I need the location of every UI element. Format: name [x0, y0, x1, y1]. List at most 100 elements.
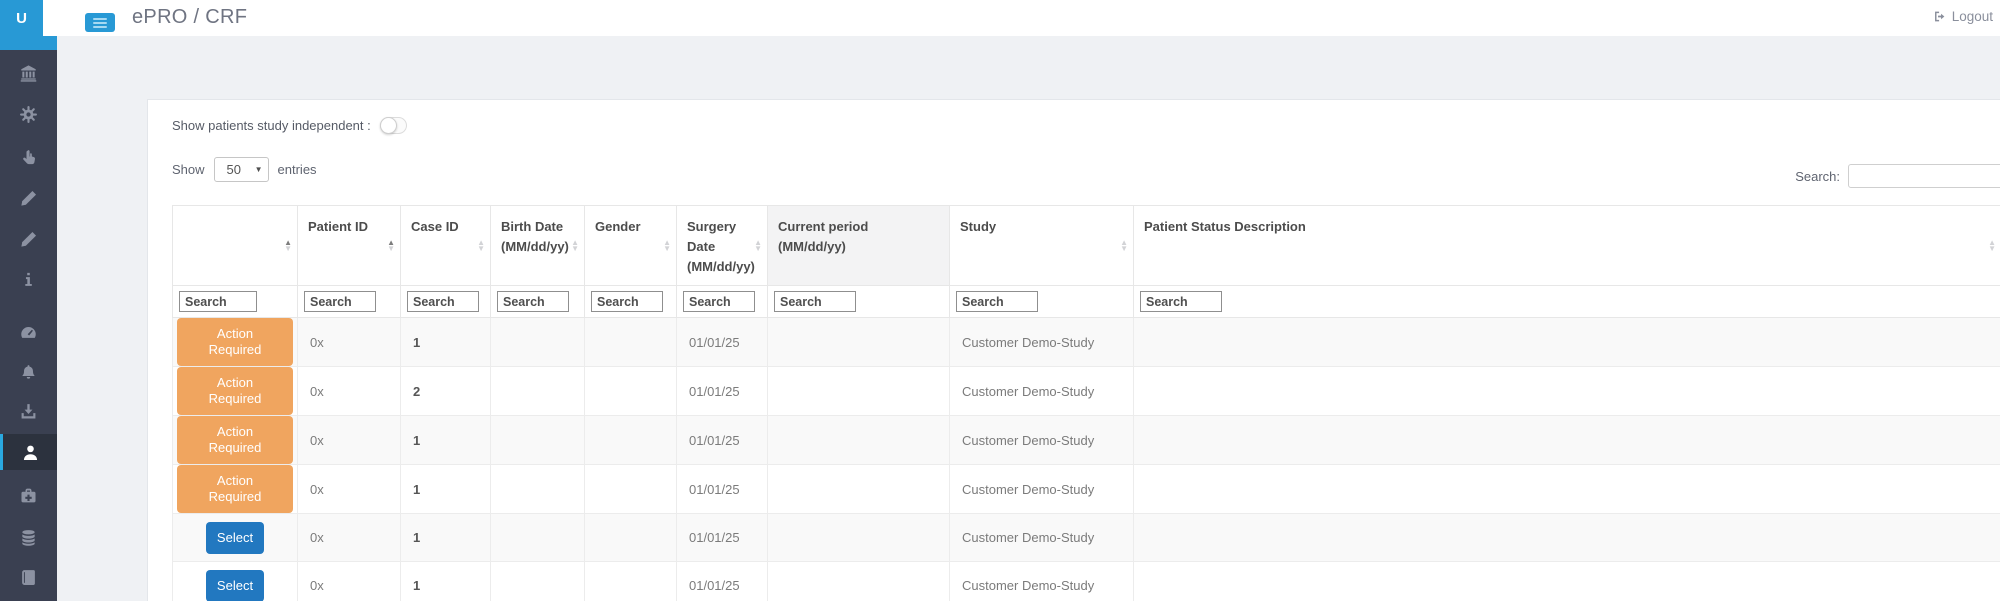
action-required-button[interactable]: Action Required [177, 416, 293, 464]
page-length-wrap: 50 [214, 157, 269, 182]
cell-patient_id: 0x [298, 465, 401, 514]
sort-arrows-icon[interactable]: ▲▼ [571, 240, 579, 252]
sidebar-item-bank[interactable] [0, 55, 57, 91]
info-icon [20, 271, 37, 288]
page-length-select[interactable]: 50 [214, 157, 269, 182]
medkit-icon [20, 487, 37, 504]
search-label: Search: [1795, 169, 1840, 184]
cell-gender [585, 465, 677, 514]
sidebar [0, 36, 57, 601]
sidebar-item-book[interactable] [0, 559, 57, 595]
column-label: Patient Status Description [1144, 219, 1306, 234]
column-filter-input-case-id[interactable] [407, 291, 479, 312]
cell-case_id: 1 [401, 465, 491, 514]
sidebar-item-dashboard[interactable] [0, 314, 57, 350]
sidebar-item-pencil[interactable] [0, 180, 57, 216]
select-button[interactable]: Select [206, 570, 264, 601]
filter-cell [585, 286, 677, 318]
hamburger-icon [93, 22, 107, 24]
table-row: Select0x101/01/25Customer Demo-Study [173, 514, 2000, 562]
cell-birth_date [491, 562, 585, 601]
sidebar-item-download[interactable] [0, 393, 57, 429]
column-filter-input-patient-id[interactable] [304, 291, 376, 312]
column-header-gender[interactable]: Gender▲▼ [585, 206, 677, 286]
sort-arrows-icon[interactable]: ▲▼ [754, 240, 762, 252]
filter-cell [491, 286, 585, 318]
column-header-birth-date-mm-dd-yy[interactable]: Birth Date (MM/dd/yy)▲▼ [491, 206, 585, 286]
sidebar-item-bell[interactable] [0, 354, 57, 390]
cell-study: Customer Demo-Study [950, 416, 1134, 465]
column-filter-input[interactable] [179, 291, 257, 312]
cell-birth_date [491, 318, 585, 367]
cell-action: Action Required [173, 318, 298, 367]
sidebar-accent-band [0, 36, 57, 50]
cell-action: Select [173, 514, 298, 562]
column-header-surgery-date-mm-dd-yy[interactable]: Surgery Date (MM/dd/yy)▲▼ [677, 206, 768, 286]
select-button[interactable]: Select [206, 522, 264, 554]
cell-surgery_date: 01/01/25 [677, 514, 768, 562]
sidebar-item-info[interactable] [0, 261, 57, 297]
sort-arrows-icon[interactable]: ▲▼ [284, 240, 292, 252]
app-root: { "header": { "logo_text": "U", "title":… [0, 0, 2000, 601]
table-header-row: ▲▼Patient ID▲▼Case ID▲▼Birth Date (MM/dd… [173, 206, 2000, 286]
logout-label: Logout [1952, 9, 1993, 24]
column-filter-input-current-period-mm-dd-yy[interactable] [774, 291, 856, 312]
column-header-current-period-mm-dd-yy: Current period (MM/dd/yy) [768, 206, 950, 286]
cell-current_period [768, 416, 950, 465]
column-header-case-id[interactable]: Case ID▲▼ [401, 206, 491, 286]
cell-birth_date [491, 416, 585, 465]
cell-surgery_date: 01/01/25 [677, 367, 768, 416]
action-required-button[interactable]: Action Required [177, 318, 293, 366]
table-head: ▲▼Patient ID▲▼Case ID▲▼Birth Date (MM/dd… [173, 206, 2000, 318]
hamburger-icon [93, 18, 107, 20]
sidebar-item-pencil[interactable] [0, 221, 57, 257]
sidebar-item-patient-active[interactable] [0, 434, 57, 470]
page-title: ePRO / CRF [132, 6, 247, 29]
cell-gender [585, 562, 677, 601]
logout-button[interactable]: Logout [1933, 9, 1993, 24]
filter-cell [768, 286, 950, 318]
column-filter-input-surgery-date-mm-dd-yy[interactable] [683, 291, 755, 312]
toggle-knob [380, 117, 397, 134]
column-filter-input-patient-status-description[interactable] [1140, 291, 1222, 312]
cell-birth_date [491, 514, 585, 562]
cell-surgery_date: 01/01/25 [677, 416, 768, 465]
sort-arrows-icon[interactable]: ▲▼ [387, 240, 395, 252]
sidebar-item-database[interactable] [0, 519, 57, 555]
column-filter-input-study[interactable] [956, 291, 1038, 312]
filter-cell [173, 286, 298, 318]
sidebar-toggle-button[interactable] [85, 13, 115, 32]
study-independent-toggle[interactable] [380, 117, 407, 134]
action-required-button[interactable]: Action Required [177, 465, 293, 513]
cell-patient_id: 0x [298, 514, 401, 562]
column-filter-input-gender[interactable] [591, 291, 663, 312]
column-header-patient-status-description[interactable]: Patient Status Description ▲▼ [1134, 206, 2000, 286]
patient-icon [22, 444, 39, 461]
cell-gender [585, 318, 677, 367]
bell-icon [20, 364, 37, 381]
global-search-input[interactable] [1848, 164, 2000, 188]
sidebar-item-medkit[interactable] [0, 477, 57, 513]
table-row: Action Required0x101/01/25Customer Demo-… [173, 416, 2000, 465]
sort-arrows-icon[interactable]: ▲▼ [1988, 240, 1996, 252]
cell-action: Action Required [173, 465, 298, 514]
sort-arrows-icon[interactable]: ▲▼ [663, 240, 671, 252]
show-label: Show [172, 162, 205, 177]
table-row: Action Required0x101/01/25Customer Demo-… [173, 465, 2000, 514]
sidebar-item-hand-pointer[interactable] [0, 139, 57, 175]
column-header-patient-id[interactable]: Patient ID▲▼ [298, 206, 401, 286]
sort-arrows-icon[interactable]: ▲▼ [477, 240, 485, 252]
database-icon [20, 529, 37, 546]
filter-cell [677, 286, 768, 318]
column-header-study[interactable]: Study▲▼ [950, 206, 1134, 286]
cell-action: Select [173, 562, 298, 601]
dashboard-icon [20, 324, 37, 341]
action-required-button[interactable]: Action Required [177, 367, 293, 415]
cell-status_description [1134, 416, 2000, 465]
sort-arrows-icon[interactable]: ▲▼ [1120, 240, 1128, 252]
column-filter-input-birth-date-mm-dd-yy[interactable] [497, 291, 569, 312]
column-header-actions[interactable]: ▲▼ [173, 206, 298, 286]
page-length-row: Show 50 entries [172, 157, 317, 182]
patients-table-wrap: ▲▼Patient ID▲▼Case ID▲▼Birth Date (MM/dd… [172, 205, 2000, 601]
sidebar-item-gear[interactable] [0, 96, 57, 132]
